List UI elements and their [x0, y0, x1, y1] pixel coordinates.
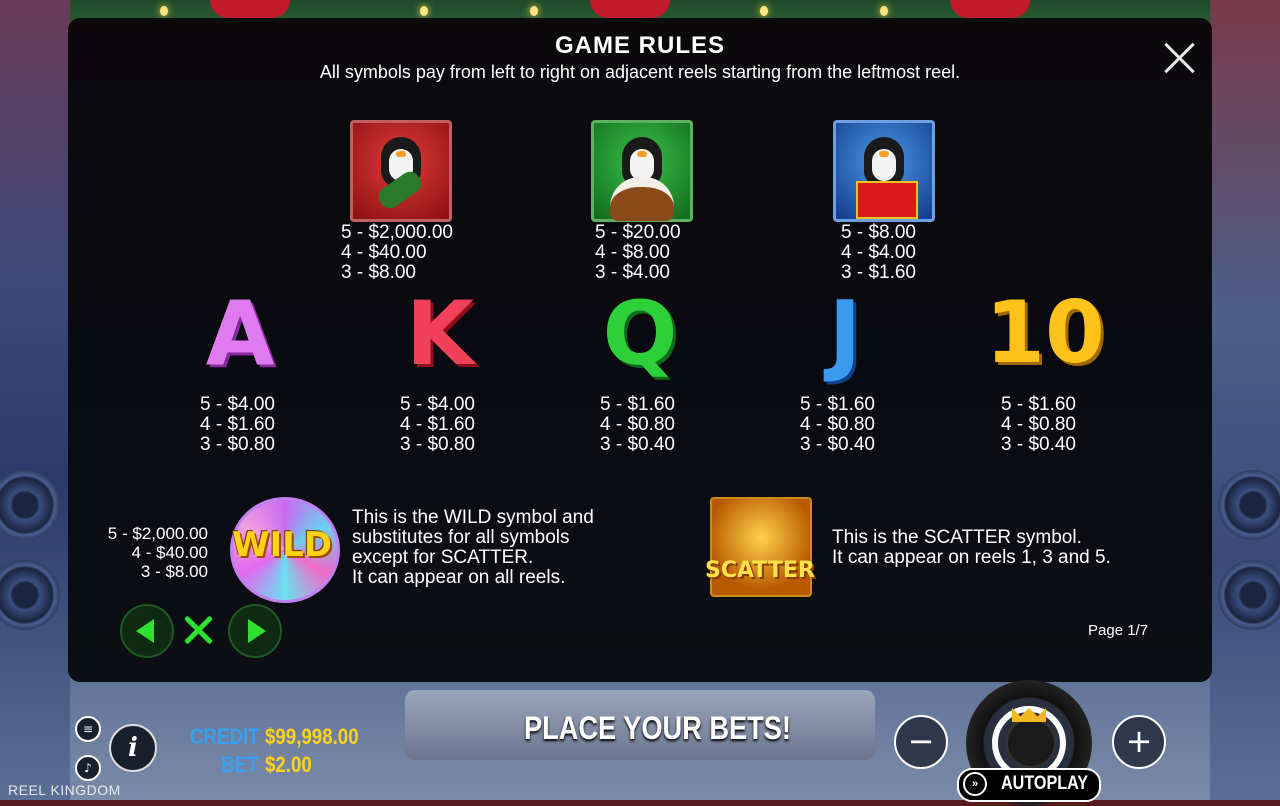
- ribbon-bow: [210, 0, 290, 18]
- gorilla-icon: [1006, 718, 1056, 768]
- paytable-penguin-cake: 5 - $20.00 4 - $8.00 3 - $4.00: [595, 222, 681, 283]
- background-left-panel: [0, 0, 70, 800]
- string-light: [420, 6, 428, 16]
- letter-k-icon: K: [405, 282, 475, 385]
- letter-q-icon: Q: [602, 282, 678, 385]
- status-message: PLACE YOUR BETS!: [524, 710, 791, 746]
- page-indicator: Page 1/7: [1088, 622, 1149, 639]
- close-icon[interactable]: [1160, 38, 1200, 78]
- penguin-gift-icon: [833, 120, 935, 222]
- credit-label: CREDIT: [190, 724, 260, 749]
- paytable-a: 5 - $4.00 4 - $1.60 3 - $0.80: [200, 394, 275, 455]
- brand-logo: REEL KINGDOM: [8, 782, 121, 798]
- autoplay-button[interactable]: » AUTOPLAY: [957, 768, 1101, 802]
- string-light: [160, 6, 168, 16]
- credit-value: $99,998.00: [265, 724, 359, 749]
- decrease-bet-button[interactable]: −: [894, 715, 948, 769]
- penguin-cake-icon: [591, 120, 693, 222]
- string-light: [880, 6, 888, 16]
- paytable-j: 5 - $1.60 4 - $0.80 3 - $0.40: [800, 394, 875, 455]
- string-light: [760, 6, 768, 16]
- letter-a-icon: A: [205, 282, 275, 385]
- increase-bet-button[interactable]: +: [1112, 715, 1166, 769]
- paytable-10: 5 - $1.60 4 - $0.80 3 - $0.40: [1001, 394, 1076, 455]
- wild-symbol-label: WILD: [231, 525, 333, 565]
- previous-page-button[interactable]: [120, 604, 174, 658]
- menu-icon[interactable]: ≡: [75, 716, 101, 742]
- paytable-wild: 5 - $2,000.00 4 - $40.00 3 - $8.00: [107, 524, 208, 581]
- info-button[interactable]: i: [109, 724, 157, 772]
- number-10-icon: 10: [985, 283, 1105, 383]
- autoplay-icon: »: [963, 772, 987, 796]
- letter-j-icon: J: [828, 282, 862, 385]
- string-light: [530, 6, 538, 16]
- sound-icon[interactable]: ♪: [75, 755, 101, 781]
- scatter-symbol-label: SCATTER: [705, 558, 815, 583]
- speaker-decoration: [1218, 560, 1280, 630]
- wild-description: This is the WILD symbol and substitutes f…: [352, 507, 594, 588]
- paytable-penguin-gift: 5 - $8.00 4 - $4.00 3 - $1.60: [841, 222, 916, 283]
- ribbon-bow: [950, 0, 1030, 18]
- scatter-description: This is the SCATTER symbol. It can appear…: [832, 527, 1111, 568]
- bet-label: BET: [221, 752, 259, 777]
- paytable-k: 5 - $4.00 4 - $1.60 3 - $0.80: [400, 394, 475, 455]
- autoplay-label: AUTOPLAY: [1001, 773, 1089, 794]
- background-right-panel: [1210, 0, 1280, 800]
- next-page-button[interactable]: [228, 604, 282, 658]
- paytable-q: 5 - $1.60 4 - $0.80 3 - $0.40: [600, 394, 675, 455]
- paytable-penguin-champagne: 5 - $2,000.00 4 - $40.00 3 - $8.00: [341, 222, 453, 283]
- modal-title: GAME RULES: [554, 32, 725, 59]
- bet-value: $2.00: [265, 752, 312, 777]
- speaker-decoration: [1218, 470, 1280, 540]
- modal-subtitle: All symbols pay from left to right on ad…: [319, 62, 961, 82]
- close-rules-icon[interactable]: [180, 612, 216, 648]
- penguin-champagne-icon: [350, 120, 452, 222]
- ribbon-bow: [590, 0, 670, 18]
